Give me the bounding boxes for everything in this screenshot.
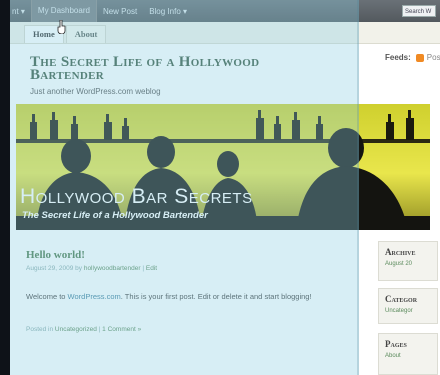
pages-heading: Pages bbox=[385, 339, 407, 349]
footer-separator: | bbox=[98, 326, 101, 333]
edit-post-link[interactable]: Edit bbox=[146, 265, 157, 272]
post-body: Welcome to WordPress.com. This is your f… bbox=[26, 291, 356, 303]
comments-link[interactable]: 1 Comment » bbox=[102, 326, 141, 333]
post-footer: Posted in Uncategorized | 1 Comment » bbox=[26, 326, 141, 333]
posted-in-label: Posted in bbox=[26, 326, 54, 333]
rss-icon[interactable] bbox=[415, 53, 424, 62]
archives-heading: Archive bbox=[385, 247, 416, 257]
top-nav: Home About bbox=[10, 22, 440, 44]
body-text-pre: Welcome to bbox=[26, 292, 68, 301]
post-date: August 29, 2009 by bbox=[26, 265, 83, 272]
body-text-post: . This is your first post. Edit or delet… bbox=[120, 292, 312, 301]
adminbar-search-input[interactable]: Search W bbox=[402, 5, 436, 17]
post-author-link[interactable]: hollywoodbartender bbox=[84, 265, 141, 272]
categories-heading: Categor bbox=[385, 294, 418, 304]
my-dashboard-link[interactable]: My Dashboard bbox=[30, 0, 97, 22]
blog-title[interactable]: The Secret Life of a Hollywood Bartender bbox=[30, 55, 320, 83]
post-title[interactable]: Hello world! bbox=[26, 249, 85, 261]
feeds-label: Feeds: bbox=[385, 53, 411, 62]
blog-info-menu[interactable]: Blog Info ▾ bbox=[143, 7, 193, 16]
adminbar-menu[interactable]: nt ▾ bbox=[10, 7, 31, 16]
meta-separator: | bbox=[142, 265, 145, 272]
feeds: Feeds: Pos bbox=[385, 53, 440, 62]
desktop-edge bbox=[0, 0, 10, 375]
page-item-about[interactable]: About bbox=[385, 353, 437, 359]
category-item[interactable]: Uncategor bbox=[385, 308, 437, 314]
sidebar-categories: Categor Uncategor bbox=[378, 288, 438, 324]
archive-item[interactable]: August 20 bbox=[385, 261, 437, 267]
post-meta: August 29, 2009 by hollywoodbartender | … bbox=[26, 265, 157, 272]
feeds-posts-link[interactable]: Pos bbox=[427, 53, 440, 62]
blog-tagline: Just another WordPress.com weblog bbox=[30, 87, 161, 96]
sidebar-archives: Archive August 20 bbox=[378, 241, 438, 281]
new-post-link[interactable]: New Post bbox=[97, 7, 143, 16]
tab-about[interactable]: About bbox=[65, 25, 107, 43]
wordpress-link[interactable]: WordPress.com bbox=[68, 292, 121, 301]
banner-subtitle: The Secret Life of a Hollywood Bartender bbox=[22, 210, 208, 221]
category-link[interactable]: Uncategorized bbox=[55, 326, 97, 333]
sidebar-pages: Pages About bbox=[378, 333, 438, 375]
banner-title: Hollywood Bar Secrets bbox=[20, 185, 253, 208]
admin-bar: nt ▾ My Dashboard New Post Blog Info ▾ S… bbox=[10, 0, 440, 22]
mouse-pointer-icon bbox=[57, 20, 66, 34]
